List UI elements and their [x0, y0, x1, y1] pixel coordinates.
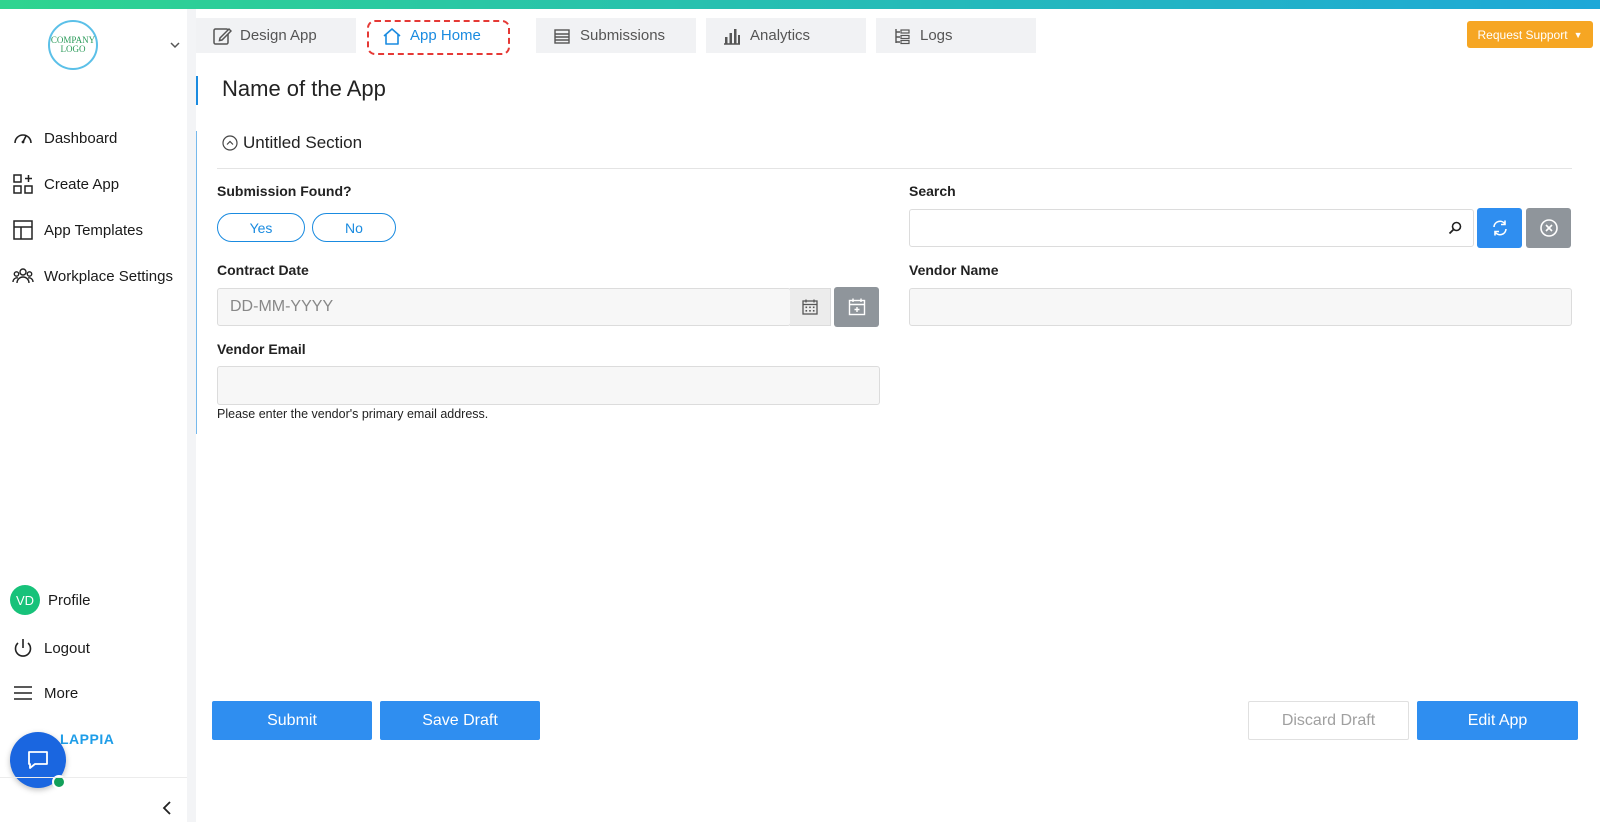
- search-label: Search: [909, 183, 956, 199]
- section-accent-bar: [196, 131, 197, 434]
- logs-icon: [892, 26, 912, 46]
- edit-icon: [212, 26, 232, 46]
- tab-submissions[interactable]: Submissions: [536, 18, 696, 53]
- edit-app-button[interactable]: Edit App: [1417, 701, 1578, 740]
- request-support-label: Request Support: [1477, 27, 1568, 42]
- company-logo-text: COMPANY LOGO: [50, 35, 96, 54]
- sidebar-item-app-templates[interactable]: App Templates: [12, 216, 143, 244]
- sidebar-item-more[interactable]: More: [12, 679, 78, 707]
- submit-button[interactable]: Submit: [212, 701, 372, 740]
- clear-search-button[interactable]: [1526, 208, 1571, 248]
- users-group-icon: [12, 265, 34, 287]
- search-input[interactable]: [910, 210, 1473, 246]
- section-header[interactable]: Untitled Section: [222, 133, 362, 153]
- tab-label: Analytics: [750, 27, 811, 44]
- sidebar-item-label: Logout: [44, 639, 90, 657]
- vendor-email-field[interactable]: [217, 366, 880, 405]
- sidebar-item-dashboard[interactable]: Dashboard: [12, 124, 117, 152]
- sidebar-item-label: App Templates: [44, 221, 143, 239]
- contract-date-label: Contract Date: [217, 262, 309, 278]
- no-option-button[interactable]: No: [312, 213, 396, 242]
- templates-layout-icon: [12, 219, 34, 241]
- sidebar-bottom-divider: [0, 777, 187, 778]
- tab-analytics[interactable]: Analytics: [706, 18, 866, 53]
- contract-date-field[interactable]: [217, 288, 791, 326]
- caret-down-icon: ▼: [1573, 29, 1583, 40]
- tab-label: App Home: [410, 27, 481, 44]
- save-draft-button[interactable]: Save Draft: [380, 701, 540, 740]
- list-icon: [552, 26, 572, 46]
- sidebar-divider: [187, 9, 196, 822]
- section-divider: [217, 168, 1572, 169]
- request-support-button[interactable]: Request Support ▼: [1467, 21, 1593, 48]
- avatar: VD: [10, 585, 40, 615]
- sidebar-item-create-app[interactable]: Create App: [12, 170, 119, 198]
- page-title: Name of the App: [222, 76, 386, 101]
- contract-date-input[interactable]: [218, 289, 790, 325]
- vendor-name-input[interactable]: [910, 289, 1571, 325]
- sidebar-item-workplace-settings[interactable]: Workplace Settings: [12, 262, 173, 290]
- yes-option-button[interactable]: Yes: [217, 213, 305, 242]
- sidebar-item-logout[interactable]: Logout: [12, 634, 90, 662]
- top-gradient-bar: [0, 0, 1600, 9]
- collapse-circle-icon[interactable]: [222, 135, 238, 151]
- chevron-left-icon[interactable]: [160, 800, 174, 816]
- bar-chart-icon: [722, 26, 742, 46]
- sidebar-item-label: More: [44, 684, 79, 702]
- title-accent-bar: [196, 76, 198, 105]
- chevron-down-icon[interactable]: [168, 38, 182, 52]
- power-icon: [12, 637, 34, 659]
- home-icon: [382, 26, 402, 46]
- vendor-name-label: Vendor Name: [909, 262, 999, 278]
- today-date-button[interactable]: [834, 287, 879, 327]
- brand-text: LAPPIA: [60, 731, 115, 747]
- vendor-email-label: Vendor Email: [217, 341, 306, 357]
- tab-design-app[interactable]: Design App: [196, 18, 356, 53]
- vendor-email-input[interactable]: [218, 367, 879, 404]
- calendar-icon: [802, 299, 818, 315]
- refresh-button[interactable]: [1477, 208, 1522, 248]
- vendor-name-field[interactable]: [909, 288, 1572, 326]
- chat-icon: [28, 751, 48, 769]
- sidebar-item-label: Dashboard: [44, 129, 118, 147]
- create-app-grid-icon: [12, 173, 34, 195]
- search-icon[interactable]: [1447, 220, 1463, 236]
- dashboard-gauge-icon: [12, 127, 34, 149]
- section-title: Untitled Section: [243, 133, 363, 152]
- sidebar-item-label: Create App: [44, 175, 120, 193]
- calendar-today-icon: [848, 298, 865, 316]
- close-circle-icon: [1539, 219, 1558, 237]
- search-field[interactable]: [909, 209, 1474, 247]
- tab-label: Logs: [920, 27, 953, 44]
- submission-found-label: Submission Found?: [217, 183, 352, 199]
- discard-draft-button[interactable]: Discard Draft: [1248, 701, 1409, 740]
- tab-label: Submissions: [580, 27, 666, 44]
- app-tabs: Design App App Home Submissions Analytic…: [196, 18, 1046, 53]
- company-logo[interactable]: COMPANY LOGO: [48, 20, 98, 70]
- sidebar-item-label: Profile: [48, 591, 91, 609]
- sidebar-item-profile[interactable]: VD Profile: [10, 584, 91, 616]
- tab-label: Design App: [240, 27, 317, 44]
- sidebar-item-label: Workplace Settings: [44, 267, 173, 285]
- calendar-picker-button[interactable]: [790, 288, 831, 326]
- vendor-email-helper-text: Please enter the vendor's primary email …: [217, 407, 489, 421]
- hamburger-menu-icon: [12, 682, 34, 704]
- refresh-icon: [1492, 220, 1507, 236]
- tab-logs[interactable]: Logs: [876, 18, 1036, 53]
- tab-app-home[interactable]: App Home: [366, 18, 526, 53]
